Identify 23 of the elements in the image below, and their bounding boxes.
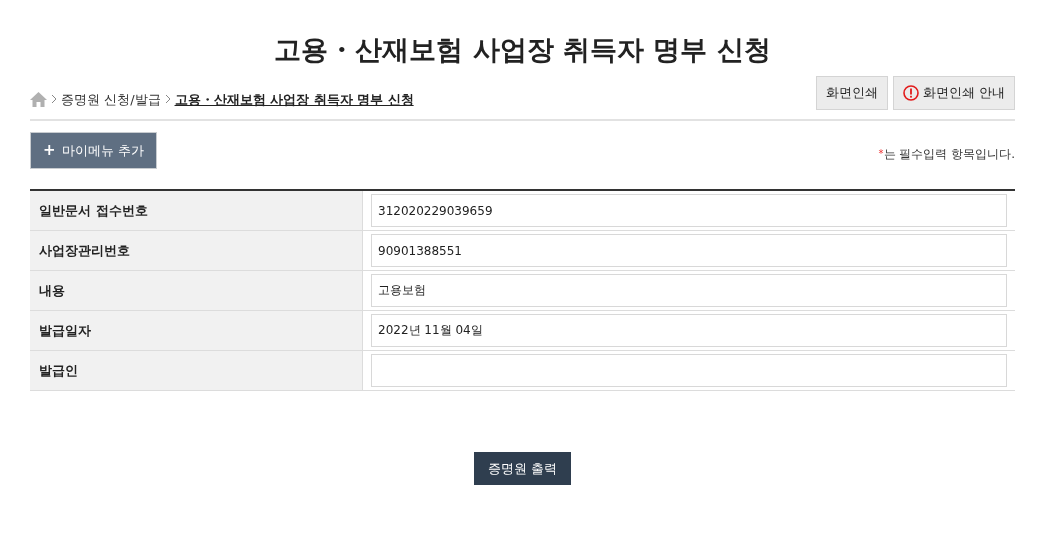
field-label: 사업장관리번호 xyxy=(39,241,130,260)
input-field[interactable]: 고용보험 xyxy=(371,274,1007,307)
required-mark: * xyxy=(878,147,884,161)
field-label: 내용 xyxy=(39,281,65,300)
page-title: 고용・산재보험 사업장 취득자 명부 신청 xyxy=(274,33,771,67)
required-note: 는 필수입력 항목입니다. xyxy=(883,145,1015,163)
input-field[interactable]: 2022년 11월 04일 xyxy=(371,314,1007,347)
chevron-icon xyxy=(164,94,171,105)
print-screen-button[interactable]: 화면인쇄 xyxy=(815,76,888,110)
field-label: 일반문서 접수번호 xyxy=(39,201,148,220)
alert-icon xyxy=(902,85,919,101)
input-field[interactable] xyxy=(371,354,1007,387)
input-field[interactable]: 90901388551 xyxy=(371,234,1007,267)
print-certificate-button[interactable]: 증명원 출력 xyxy=(473,452,572,485)
field-label: 발급일자 xyxy=(39,321,91,340)
chevron-icon xyxy=(51,94,57,105)
breadcrumb-current-link[interactable]: 고용・산재보험 사업장 취득자 명부 신청 xyxy=(174,89,414,109)
breadcrumb-link[interactable]: 증명원 신청/발급 xyxy=(61,89,161,109)
print-guide-button[interactable]: 화면인쇄 안내 xyxy=(892,76,1015,110)
field-label: 발급인 xyxy=(39,361,78,380)
home-icon[interactable] xyxy=(30,91,47,107)
input-field[interactable]: 312020229039659 xyxy=(371,194,1007,227)
add-menu-button[interactable]: + 마이메뉴 추가 xyxy=(30,132,157,169)
